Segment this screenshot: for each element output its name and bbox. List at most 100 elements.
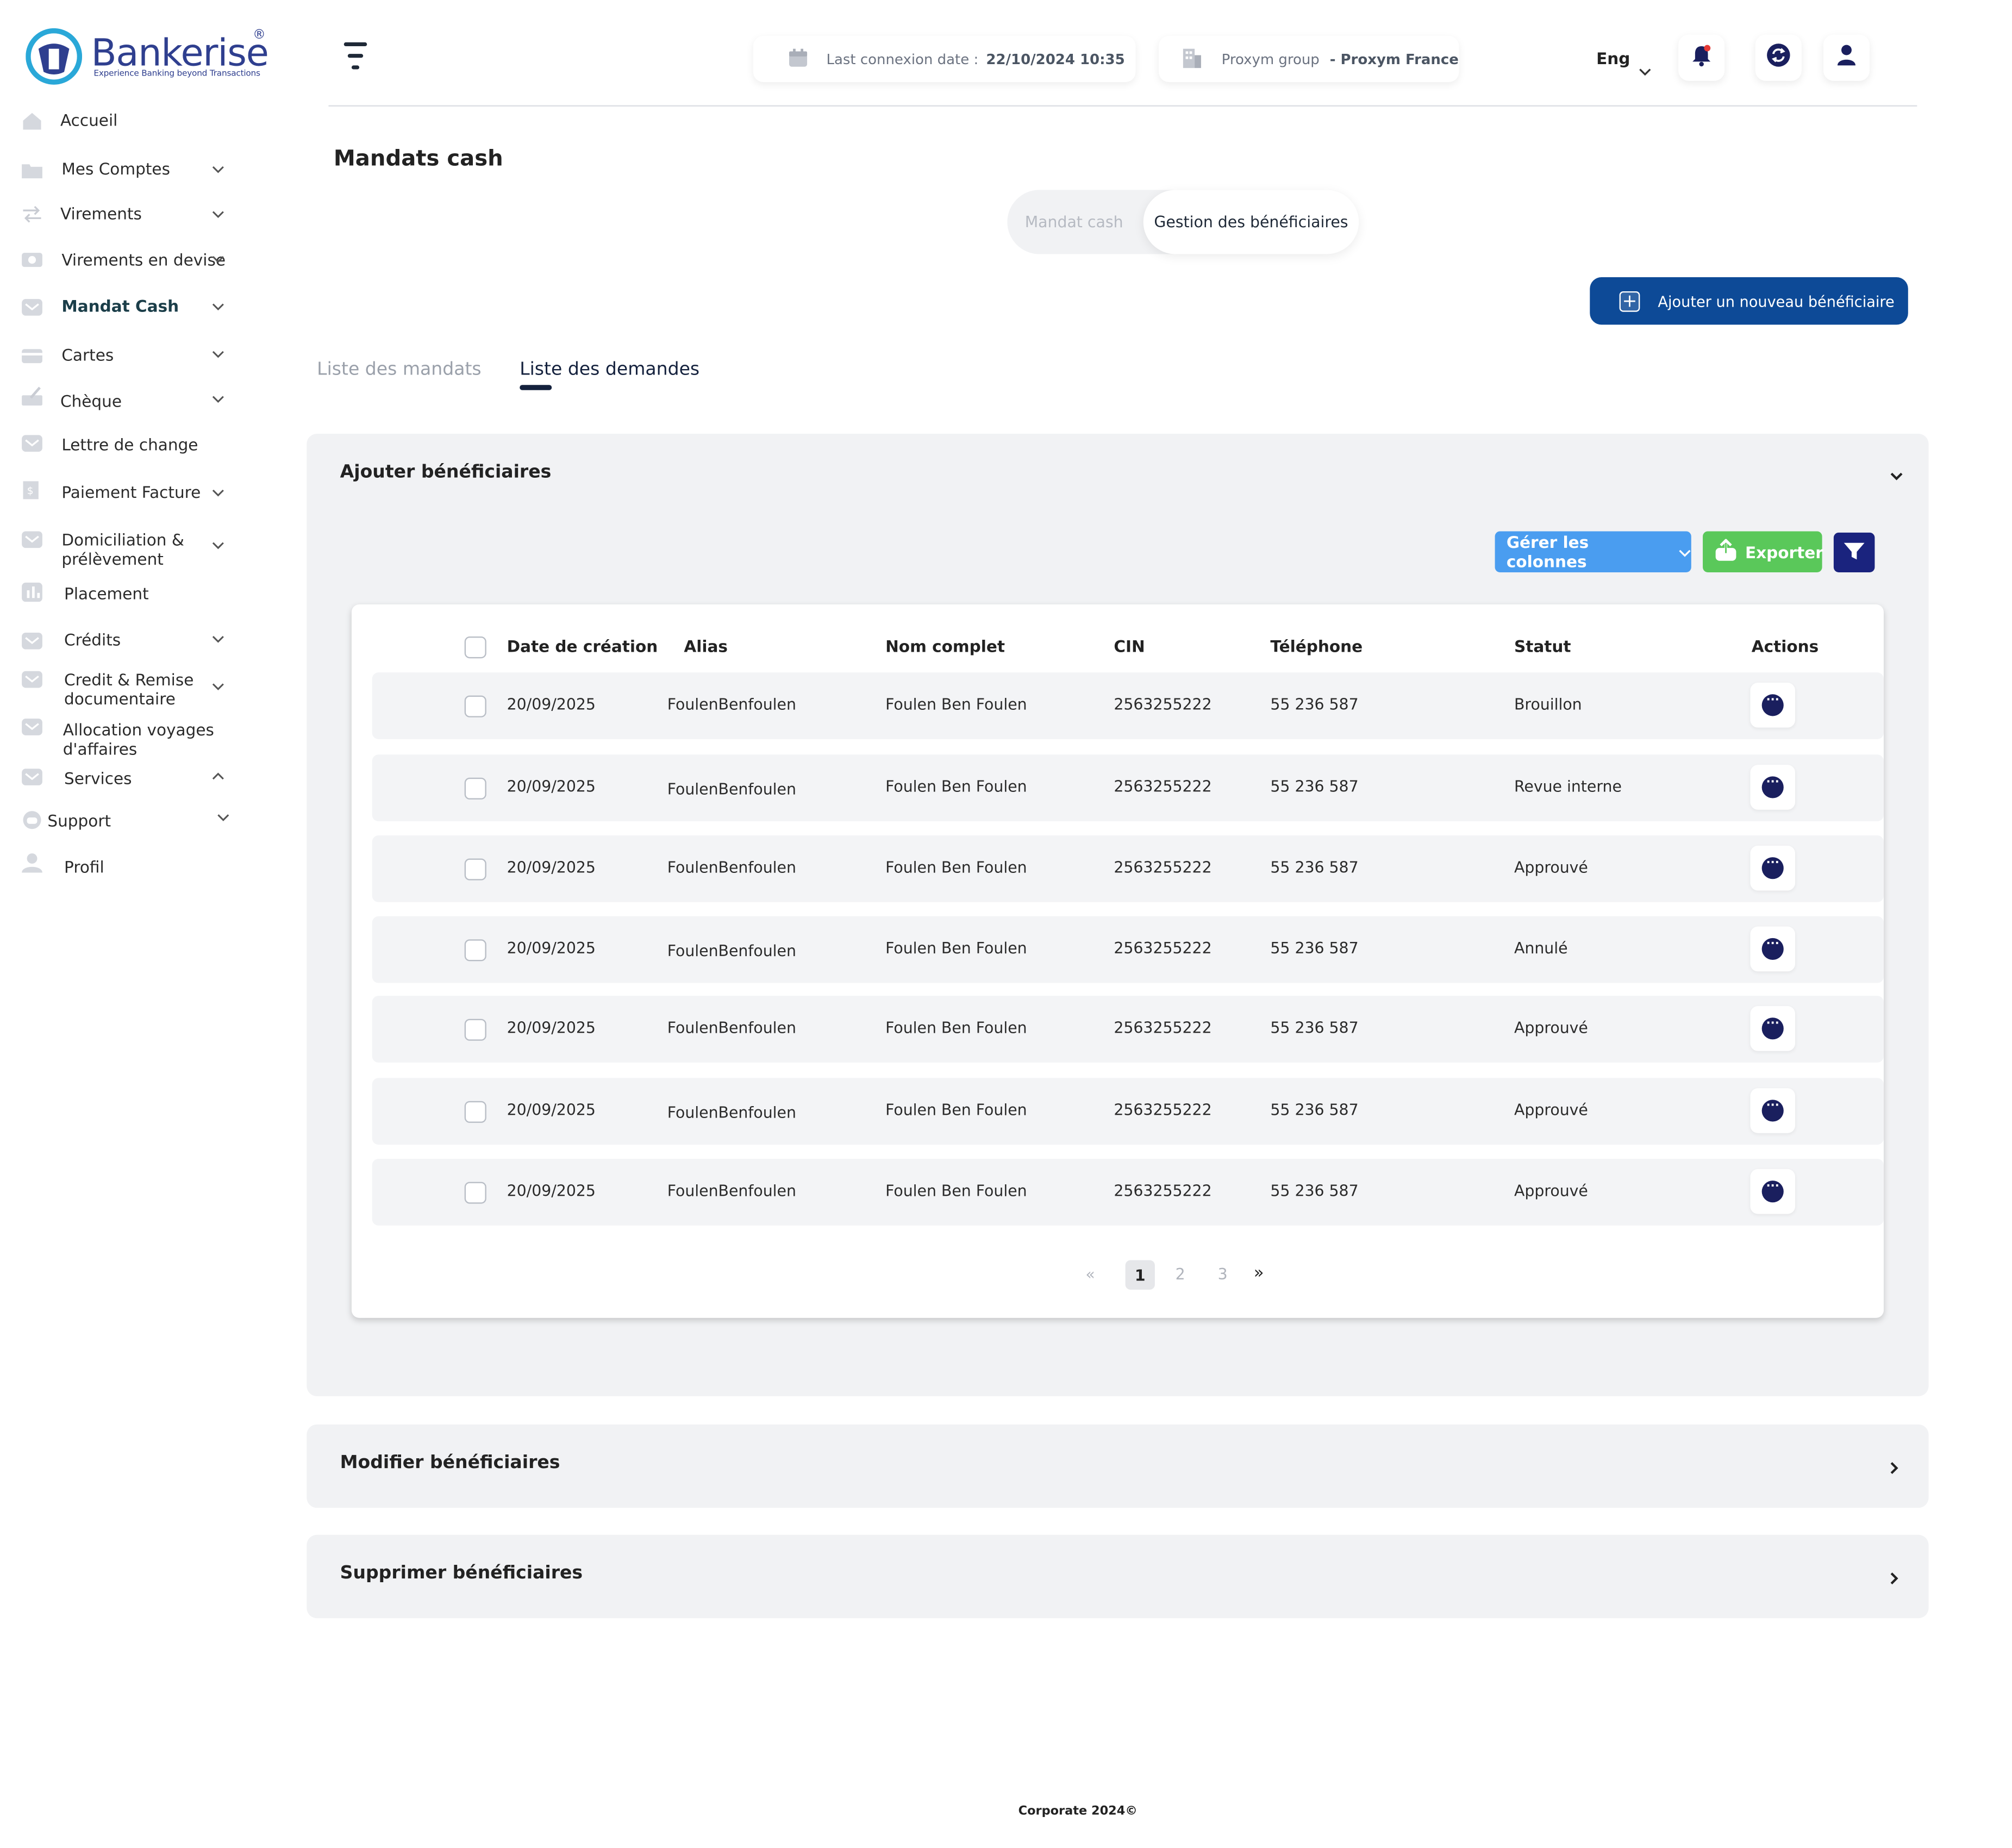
menu-toggle-icon[interactable] bbox=[341, 39, 370, 72]
transfer-icon bbox=[21, 204, 43, 224]
cell-alias: FoulenBenfoulen bbox=[667, 1182, 796, 1200]
row-checkbox[interactable] bbox=[464, 1019, 486, 1041]
add-beneficiary-button[interactable]: + Ajouter un nouveau bénéficiaire bbox=[1590, 277, 1908, 325]
chevron-right-icon[interactable] bbox=[1888, 1457, 1901, 1474]
row-actions-button[interactable]: ··· bbox=[1750, 683, 1796, 728]
chevron-down-icon[interactable] bbox=[210, 488, 226, 498]
sidebar-item-virements-en-devise[interactable]: Virements en devise bbox=[61, 250, 226, 269]
row-checkbox[interactable] bbox=[464, 858, 486, 881]
column-header[interactable]: Alias bbox=[684, 636, 728, 655]
select-all-checkbox[interactable] bbox=[464, 636, 486, 659]
sidebar-item-lettre-de-change[interactable]: Lettre de change bbox=[61, 435, 198, 454]
cell-cin: 2563255222 bbox=[1114, 1182, 1212, 1200]
sidebar-item-domiciliation[interactable]: Domiciliation & prélèvement bbox=[61, 530, 184, 569]
row-actions-button[interactable]: ··· bbox=[1750, 845, 1796, 891]
bankerise-logo-icon[interactable] bbox=[26, 28, 83, 85]
chevron-down-icon bbox=[1678, 542, 1691, 561]
sidebar-item-support[interactable]: Support bbox=[47, 811, 111, 830]
column-header[interactable]: CIN bbox=[1114, 636, 1145, 655]
last-connexion-value: 22/10/2024 10:35 bbox=[986, 51, 1125, 67]
sidebar-item-placement[interactable]: Placement bbox=[64, 584, 149, 603]
manage-columns-label: Gérer les colonnes bbox=[1506, 532, 1589, 571]
profile-button[interactable] bbox=[1823, 34, 1870, 81]
chevron-down-icon[interactable] bbox=[1639, 58, 1652, 76]
filter-button[interactable] bbox=[1833, 532, 1875, 573]
language-selector[interactable]: Eng bbox=[1596, 49, 1630, 68]
chevron-down-icon[interactable] bbox=[210, 302, 226, 312]
tab-liste-demandes[interactable]: Liste des demandes bbox=[520, 359, 699, 380]
user-icon bbox=[21, 852, 43, 873]
tab-liste-mandats[interactable]: Liste des mandats bbox=[317, 359, 482, 380]
page-3-button[interactable]: 3 bbox=[1218, 1265, 1228, 1283]
cell-full-name: Foulen Ben Foulen bbox=[885, 1101, 1027, 1119]
delete-panel-title[interactable]: Supprimer bénéficiaires bbox=[340, 1563, 583, 1584]
sidebar-item-credit-remise[interactable]: Credit & Remise documentaire bbox=[64, 670, 193, 708]
cell-alias: FoulenBenfoulen bbox=[667, 1019, 796, 1037]
chevron-down-icon[interactable] bbox=[210, 682, 226, 692]
more-options-icon: ··· bbox=[1761, 776, 1784, 798]
chevron-right-icon[interactable] bbox=[1888, 1567, 1901, 1584]
row-actions-button[interactable]: ··· bbox=[1750, 765, 1796, 810]
cell-alias: FoulenBenfoulen bbox=[667, 780, 796, 798]
sidebar-item-allocation-voyages[interactable]: Allocation voyages d'affaires bbox=[63, 720, 214, 759]
last-connexion-label: Last connexion date : bbox=[826, 51, 979, 67]
page-1-button[interactable]: 1 bbox=[1125, 1260, 1155, 1290]
export-button[interactable]: Exporter bbox=[1703, 531, 1823, 573]
row-checkbox[interactable] bbox=[464, 939, 486, 962]
page-2-button[interactable]: 2 bbox=[1176, 1265, 1185, 1283]
more-options-icon: ··· bbox=[1761, 1017, 1784, 1040]
first-page-button[interactable]: « bbox=[1085, 1265, 1095, 1283]
header-divider bbox=[328, 105, 1917, 107]
sidebar-item-ch-que[interactable]: Chèque bbox=[60, 391, 122, 410]
sidebar-item-services[interactable]: Services bbox=[64, 769, 132, 788]
row-actions-button[interactable]: ··· bbox=[1750, 926, 1796, 972]
sidebar-item-cr-dits[interactable]: Crédits bbox=[64, 630, 121, 649]
row-checkbox[interactable] bbox=[464, 695, 486, 717]
modify-panel-title[interactable]: Modifier bénéficiaires bbox=[340, 1453, 560, 1474]
row-actions-button[interactable]: ··· bbox=[1750, 1169, 1796, 1214]
chevron-down-icon[interactable] bbox=[210, 540, 226, 551]
sidebar-item-cartes[interactable]: Cartes bbox=[61, 345, 114, 364]
sidebar-item-mandat-cash[interactable]: Mandat Cash bbox=[61, 296, 179, 315]
notification-button[interactable] bbox=[1678, 34, 1725, 81]
chevron-down-icon[interactable] bbox=[210, 209, 226, 220]
column-header[interactable]: Actions bbox=[1752, 636, 1819, 655]
chevron-down-icon[interactable] bbox=[1889, 463, 1904, 480]
cell-cin: 2563255222 bbox=[1114, 695, 1212, 714]
chevron-down-icon[interactable] bbox=[210, 634, 226, 644]
switch-account-button[interactable] bbox=[1755, 34, 1802, 81]
sidebar-item-accueil[interactable]: Accueil bbox=[60, 110, 117, 129]
sidebar-item-mes-comptes[interactable]: Mes Comptes bbox=[61, 159, 170, 178]
chevron-down-icon[interactable] bbox=[216, 813, 231, 823]
last-connexion-card: Last connexion date : 22/10/2024 10:35 bbox=[753, 36, 1136, 83]
group-value: - Proxym France bbox=[1329, 51, 1459, 67]
chevron-down-icon[interactable] bbox=[210, 394, 226, 404]
cell-alias: FoulenBenfoulen bbox=[667, 695, 796, 714]
sidebar-item-paiement-facture[interactable]: Paiement Facture bbox=[61, 483, 201, 502]
column-header[interactable]: Date de création bbox=[507, 636, 658, 655]
add-panel-title[interactable]: Ajouter bénéficiaires bbox=[340, 462, 552, 483]
currency-icon bbox=[21, 249, 43, 270]
support-icon bbox=[21, 810, 43, 831]
column-header[interactable]: Statut bbox=[1514, 636, 1571, 655]
segment-gestion-beneficiaires[interactable]: Gestion des bénéficiaires bbox=[1143, 190, 1359, 254]
row-actions-button[interactable]: ··· bbox=[1750, 1088, 1796, 1133]
row-checkbox[interactable] bbox=[464, 1101, 486, 1123]
row-checkbox[interactable] bbox=[464, 777, 486, 800]
segment-mandat-cash[interactable]: Mandat cash bbox=[1007, 190, 1141, 254]
export-label: Exporter bbox=[1745, 542, 1823, 561]
manage-columns-button[interactable]: Gérer les colonnes bbox=[1495, 531, 1691, 573]
column-header[interactable]: Nom complet bbox=[885, 636, 1005, 655]
row-actions-button[interactable]: ··· bbox=[1750, 1006, 1796, 1051]
chevron-down-icon[interactable] bbox=[210, 349, 226, 359]
row-checkbox[interactable] bbox=[464, 1182, 486, 1204]
chevron-down-icon[interactable] bbox=[210, 164, 226, 174]
sidebar-item-profil[interactable]: Profil bbox=[64, 857, 104, 876]
mail-icon bbox=[21, 630, 43, 651]
chevron-down-icon[interactable] bbox=[210, 254, 226, 264]
chevron-up-icon[interactable] bbox=[210, 771, 226, 782]
cell-date: 20/09/2025 bbox=[507, 1182, 596, 1200]
last-page-button[interactable]: » bbox=[1254, 1264, 1264, 1283]
sidebar-item-virements[interactable]: Virements bbox=[60, 204, 142, 223]
column-header[interactable]: Téléphone bbox=[1270, 636, 1363, 655]
